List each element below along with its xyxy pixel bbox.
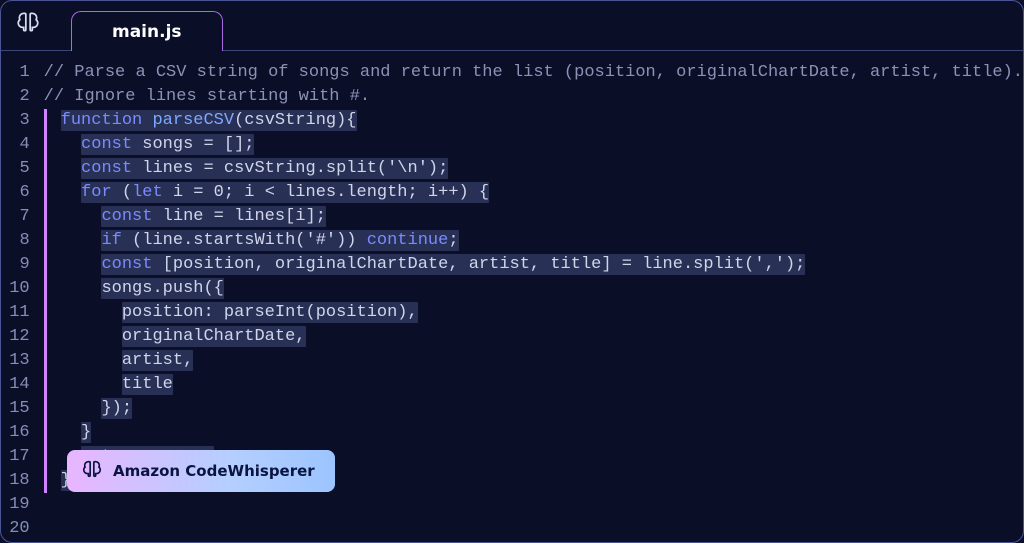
line-number: 19 [1, 493, 30, 517]
line-number-gutter: 1 2 3 4 5 6 7 8 9 10 11 12 13 14 15 16 1… [1, 61, 44, 541]
code-line: const songs = []; [61, 133, 1023, 157]
code-line: }); [61, 397, 1023, 421]
code-line: // Parse a CSV string of songs and retur… [44, 61, 1023, 85]
code-line: const line = lines[i]; [61, 205, 1023, 229]
line-number: 14 [1, 373, 30, 397]
line-number: 18 [1, 469, 30, 493]
code-line: if (line.startsWith('#')) continue; [61, 229, 1023, 253]
code-line [44, 493, 1023, 517]
file-tab-main-js[interactable]: main.js [71, 11, 223, 51]
brain-icon [81, 458, 103, 484]
line-number: 17 [1, 445, 30, 469]
code-line: const lines = csvString.split('\n'); [61, 157, 1023, 181]
line-number: 6 [1, 181, 30, 205]
line-number: 10 [1, 277, 30, 301]
code-line: const [position, originalChartDate, arti… [61, 253, 1023, 277]
badge-label: Amazon CodeWhisperer [113, 462, 315, 480]
code-line: originalChartDate, [61, 325, 1023, 349]
line-number: 4 [1, 133, 30, 157]
code-line [44, 517, 1023, 541]
editor-window: main.js 1 2 3 4 5 6 7 8 9 10 11 12 13 14… [0, 0, 1024, 543]
code-line: for (let i = 0; i < lines.length; i++) { [61, 181, 1023, 205]
line-number: 7 [1, 205, 30, 229]
codewhisperer-badge[interactable]: Amazon CodeWhisperer [67, 450, 335, 492]
line-number: 11 [1, 301, 30, 325]
code-line: songs.push({ [61, 277, 1023, 301]
line-number: 3 [1, 109, 30, 133]
code-line: position: parseInt(position), [61, 301, 1023, 325]
line-number: 12 [1, 325, 30, 349]
code-line: function parseCSV(csvString){ [61, 109, 1023, 133]
ai-suggestion-block: function parseCSV(csvString){ const song… [44, 109, 1023, 493]
line-number: 2 [1, 85, 30, 109]
brain-logo-icon [15, 9, 41, 40]
line-number: 16 [1, 421, 30, 445]
line-number: 5 [1, 157, 30, 181]
line-number: 13 [1, 349, 30, 373]
line-number: 20 [1, 517, 30, 541]
line-number: 8 [1, 229, 30, 253]
code-line: } [61, 421, 1023, 445]
tab-bar: main.js [1, 1, 1023, 51]
line-number: 9 [1, 253, 30, 277]
line-number: 15 [1, 397, 30, 421]
code-line: artist, [61, 349, 1023, 373]
line-number: 1 [1, 61, 30, 85]
code-line: title [61, 373, 1023, 397]
code-line: // Ignore lines starting with #. [44, 85, 1023, 109]
